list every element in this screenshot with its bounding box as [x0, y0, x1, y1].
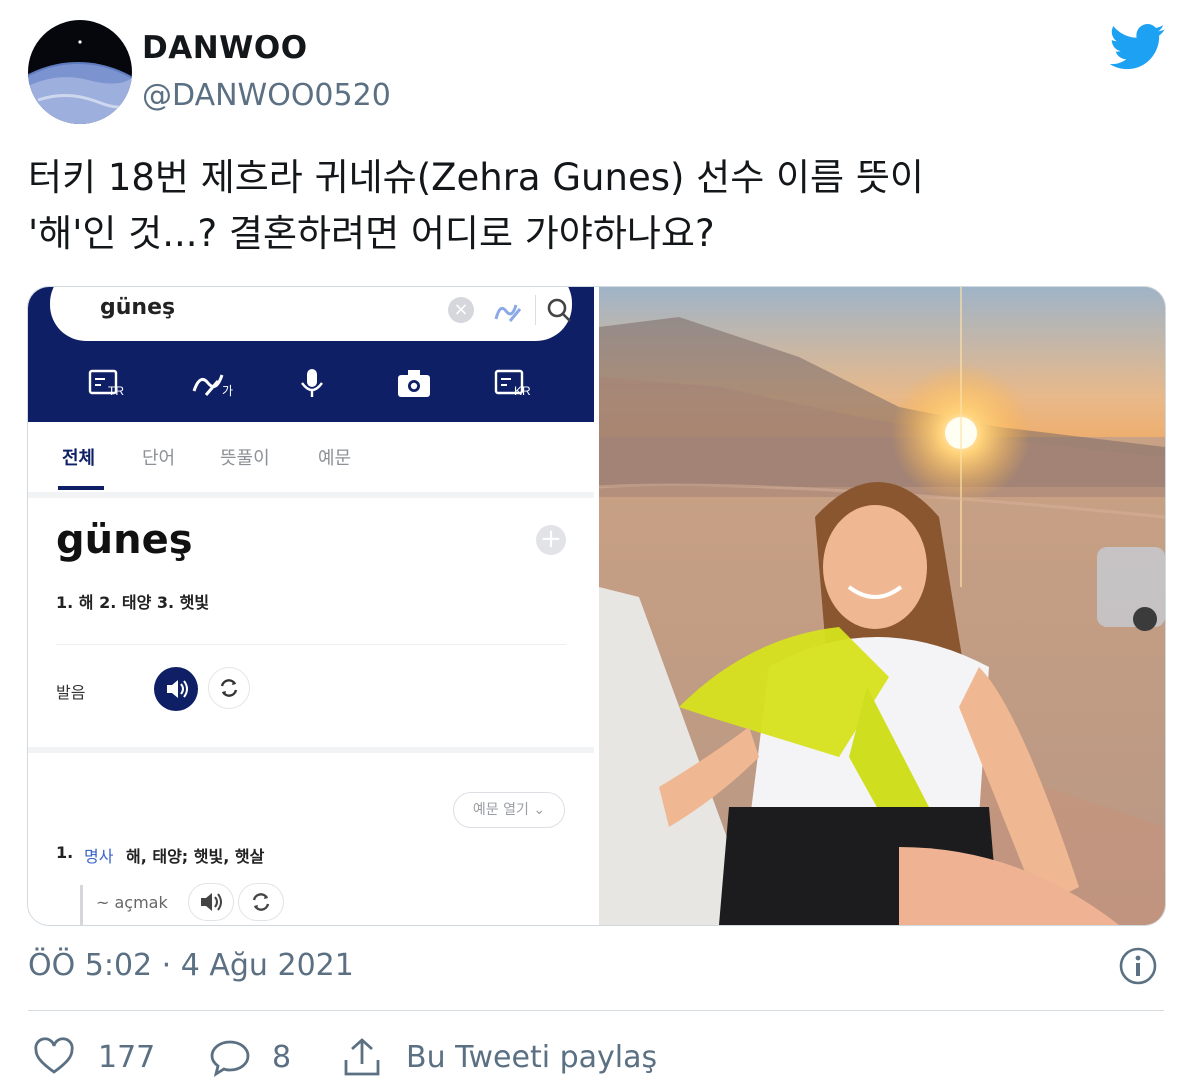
- reply-icon[interactable]: [208, 1036, 252, 1080]
- dictionary-tabs: 전체 단어 뜻풀이 예문: [28, 422, 594, 498]
- reply-count: 8: [272, 1040, 292, 1075]
- tab-words: 단어: [142, 448, 176, 469]
- plus-icon: +: [536, 525, 566, 555]
- tweet-media[interactable]: güneş × TR 가 KR 전체 단어 뜻풀이 예문 güneş + 1. …: [27, 286, 1166, 926]
- microphone-icon: [301, 369, 323, 397]
- tab-examples: 예문: [318, 448, 352, 469]
- sense-definition: 해, 태양; 햇빛, 햇살: [126, 847, 265, 866]
- speaker-icon: [154, 667, 198, 711]
- divider: [28, 1010, 1164, 1011]
- open-examples-label: 예문 열기: [472, 802, 529, 818]
- speaker-icon: [188, 883, 234, 921]
- example-indent-bar: [80, 885, 83, 925]
- active-tab-indicator: [58, 486, 104, 490]
- divider: [28, 747, 594, 753]
- tab-all: 전체: [62, 448, 96, 469]
- handwriting-icon: 가: [192, 374, 233, 398]
- share-tweet-label[interactable]: Bu Tweeti paylaş: [406, 1040, 657, 1075]
- handwriting-icon: [494, 304, 522, 322]
- dictionary-header: güneş × TR 가 KR: [28, 287, 594, 422]
- dictionary-search-value: güneş: [100, 295, 176, 320]
- part-of-speech: 명사: [84, 847, 114, 866]
- tweet-text: 터키 18번 제흐라 귀네슈(Zehra Gunes) 선수 이름 뜻이 '해'…: [28, 156, 924, 255]
- dictionary-search-box: güneş ×: [50, 287, 572, 341]
- toolbar-label-tr: TR: [108, 384, 124, 398]
- keyboard-kr-icon: KR: [494, 369, 531, 398]
- like-count: 177: [98, 1040, 156, 1075]
- close-icon: ×: [448, 297, 474, 323]
- chevron-down-icon: ⌄: [533, 802, 546, 818]
- avatar[interactable]: [28, 20, 132, 124]
- keyboard-tr-icon: TR: [88, 369, 124, 398]
- beach-sunset-photo[interactable]: [599, 287, 1165, 925]
- info-icon[interactable]: [1118, 946, 1158, 986]
- entry-meanings: 1. 해 2. 태양 3. 햇빛: [56, 593, 210, 612]
- tweet-timestamp[interactable]: ÖÖ 5:02 · 4 Ağu 2021: [28, 948, 354, 983]
- search-divider: [535, 295, 536, 325]
- twitter-bird-icon[interactable]: [1110, 24, 1166, 70]
- open-examples-button: 예문 열기 ⌄: [453, 792, 565, 828]
- tab-definitions: 뜻풀이: [220, 448, 270, 469]
- search-icon: [547, 298, 571, 322]
- example-phrase: ~ açmak: [96, 893, 168, 912]
- toolbar-label-ga: 가: [222, 384, 233, 398]
- divider: [56, 644, 566, 645]
- beach-photo-image: [599, 287, 1165, 925]
- heart-icon[interactable]: [32, 1036, 76, 1080]
- user-handle[interactable]: @DANWOO0520: [142, 78, 391, 113]
- share-icon[interactable]: [340, 1036, 384, 1080]
- entry-headword: güneş: [56, 517, 193, 563]
- display-name[interactable]: DANWOO: [142, 30, 308, 66]
- repeat-icon: [238, 883, 284, 921]
- toolbar-label-kr: KR: [514, 384, 531, 398]
- repeat-icon: [208, 667, 250, 709]
- sense-number: 1.: [56, 843, 74, 862]
- camera-icon: [398, 370, 430, 397]
- earth-from-space-avatar-icon: [28, 20, 132, 124]
- dictionary-screenshot[interactable]: güneş × TR 가 KR 전체 단어 뜻풀이 예문 güneş + 1. …: [28, 287, 594, 925]
- pronunciation-label: 발음: [56, 683, 86, 702]
